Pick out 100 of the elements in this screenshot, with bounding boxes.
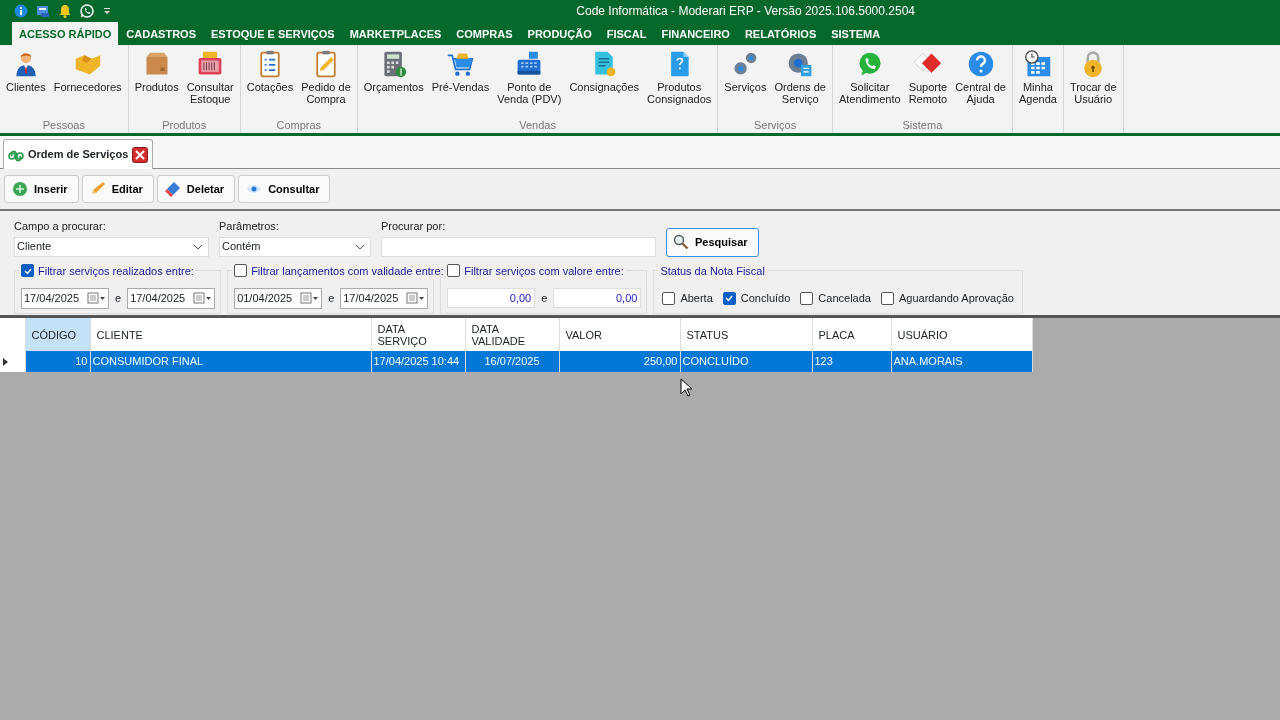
ribbon-button[interactable]: Serviços <box>720 48 771 117</box>
ribbon-button[interactable]: Trocar de Usuário <box>1065 48 1121 117</box>
calendar-icon[interactable] <box>87 292 105 304</box>
bell-icon[interactable] <box>58 4 72 18</box>
ribbon-button[interactable]: Pré-Vendas <box>427 48 494 117</box>
checkbox[interactable] <box>21 264 34 278</box>
checkbox[interactable] <box>662 291 676 305</box>
eraser-icon <box>164 181 181 197</box>
column-header[interactable]: CÓDIGO <box>25 318 90 351</box>
checkbox[interactable] <box>234 264 248 278</box>
search-button[interactable]: Pesquisar <box>666 227 759 257</box>
ribbon-tab[interactable]: SISTEMA <box>824 21 888 45</box>
separator-text: e <box>328 290 335 306</box>
ribbon-button[interactable]: Ponto de Venda (PDV) <box>493 48 566 117</box>
ribbon-button[interactable]: Orçamentos <box>359 48 428 117</box>
chevron-icon <box>355 242 365 251</box>
ribbon-button[interactable]: Consultar Estoque <box>182 48 238 117</box>
group-label: Pessoas <box>41 118 86 133</box>
number-field[interactable]: 0,00 <box>553 288 642 308</box>
ribbon-button[interactable]: Ordens de Serviço <box>770 48 830 117</box>
ribbon-button[interactable]: Suporte Remoto <box>904 48 952 117</box>
ribbon-tab[interactable]: MARKETPLACES <box>342 21 449 45</box>
option-label: Concluído <box>740 290 791 306</box>
ribbon-button[interactable]: Pedido de Compra <box>297 48 355 117</box>
ribbon-tab[interactable]: COMPRAS <box>449 21 520 45</box>
table-cell: 250,00 <box>559 351 680 372</box>
ribbon-button[interactable]: Produtos Consignados <box>643 48 716 117</box>
field-label: Campo a procurar: <box>14 219 107 234</box>
ribbon-tab[interactable]: FISCAL <box>599 21 654 45</box>
separator-text: e <box>541 290 548 306</box>
table-cell: 10 <box>25 351 90 372</box>
dropdown-field[interactable]: Contém <box>219 236 371 257</box>
toolbar-button[interactable]: Consultar <box>238 175 331 203</box>
option-label: Cancelada <box>818 290 871 306</box>
field-label: Procurar por: <box>381 219 447 234</box>
toolbar-button[interactable]: Inserir <box>4 175 79 203</box>
separator-text: e <box>115 290 122 306</box>
close-icon[interactable] <box>132 146 149 163</box>
ribbon-button[interactable]: Consignações <box>565 48 644 117</box>
ribbon-button[interactable]: Minha Agenda <box>1014 48 1061 117</box>
help-icon <box>966 50 995 78</box>
ribbon-tab[interactable]: RELATÓRIOS <box>737 21 824 45</box>
table-cell: 16/07/2025 <box>465 351 559 372</box>
toolbar-button[interactable]: Editar <box>81 175 154 203</box>
ribbon-button[interactable]: Solicitar Atendimento <box>834 48 905 117</box>
table-cell: 17/04/2025 10:44 <box>371 351 465 372</box>
group-label: Compras <box>275 118 323 133</box>
group-label: Serviços <box>753 118 798 133</box>
chevron-icon <box>193 242 203 251</box>
group-label: Produtos <box>161 118 208 133</box>
group-label: Vendas <box>518 118 557 133</box>
filter-label: Filtrar lançamentos com validade entre: <box>251 263 444 279</box>
dropdown-icon[interactable] <box>102 6 112 16</box>
whatsapp-icon[interactable] <box>80 4 94 18</box>
checkbox[interactable] <box>447 264 461 278</box>
ribbon-button[interactable]: Produtos <box>130 48 183 117</box>
checkbox[interactable] <box>722 291 736 305</box>
cursor-icon <box>680 378 694 398</box>
date-field[interactable]: 17/04/2025 <box>340 287 429 309</box>
document-tab[interactable]: Ordem de Serviços <box>3 139 154 169</box>
table-cell: ANA.MORAIS <box>891 351 1032 372</box>
row-indicator-icon <box>2 357 9 368</box>
ribbon-tab[interactable]: CADASTROS <box>119 21 203 45</box>
group-label: Sistema <box>901 118 944 133</box>
ribbon-tab[interactable]: ESTOQUE E SERVIÇOS <box>203 21 342 45</box>
chat-icon[interactable] <box>36 4 50 18</box>
plus-icon <box>12 181 28 197</box>
toolbar-button[interactable]: Deletar <box>156 175 236 203</box>
table-cell: CONCLUÍDO <box>680 351 812 372</box>
checkbox[interactable] <box>800 291 814 305</box>
ribbon-button[interactable]: Cotações <box>242 48 298 117</box>
calendar-icon[interactable] <box>406 292 425 304</box>
dropdown-field[interactable]: Cliente <box>14 236 209 257</box>
tab-title: Ordem de Serviços <box>28 147 129 163</box>
date-field[interactable]: 17/04/2025 <box>127 287 216 309</box>
calendar-icon <box>1023 50 1052 78</box>
ribbon-button[interactable]: Clientes <box>2 48 50 117</box>
search-icon <box>673 234 689 250</box>
table-cell: CONSUMIDOR FINAL <box>90 351 371 372</box>
check-icon <box>724 293 735 303</box>
ribbon-button[interactable]: Central de Ajuda <box>951 48 1010 117</box>
number-field[interactable]: 0,00 <box>447 288 536 308</box>
ribbon-tab[interactable]: FINANCEIRO <box>654 21 737 45</box>
checkbox[interactable] <box>880 291 894 305</box>
pencil-icon <box>89 181 106 197</box>
field-label: Parâmetros: <box>219 219 280 234</box>
ribbon-tab[interactable]: PRODUÇÃO <box>520 21 599 45</box>
ribbon-button[interactable]: Fornecedores <box>49 48 126 117</box>
window-title: Code Informática - Moderari ERP - Versão 2025.106.5000.2504 <box>576 3 915 20</box>
filter-label: Filtrar serviços com valore entre: <box>464 263 624 279</box>
calendar-icon[interactable] <box>193 292 212 304</box>
calendar-icon[interactable] <box>300 292 319 304</box>
date-field[interactable]: 01/04/2025 <box>234 287 323 309</box>
option-label: Aberta <box>680 290 713 306</box>
filter-label: Filtrar serviços realizados entre: <box>38 263 194 279</box>
search-field[interactable] <box>381 236 656 257</box>
date-field[interactable]: 17/04/2025 <box>21 287 109 309</box>
info-icon[interactable] <box>14 4 28 18</box>
table-cell: 123 <box>812 351 891 372</box>
ribbon-tab[interactable]: ACESSO RÁPIDO <box>12 21 119 45</box>
